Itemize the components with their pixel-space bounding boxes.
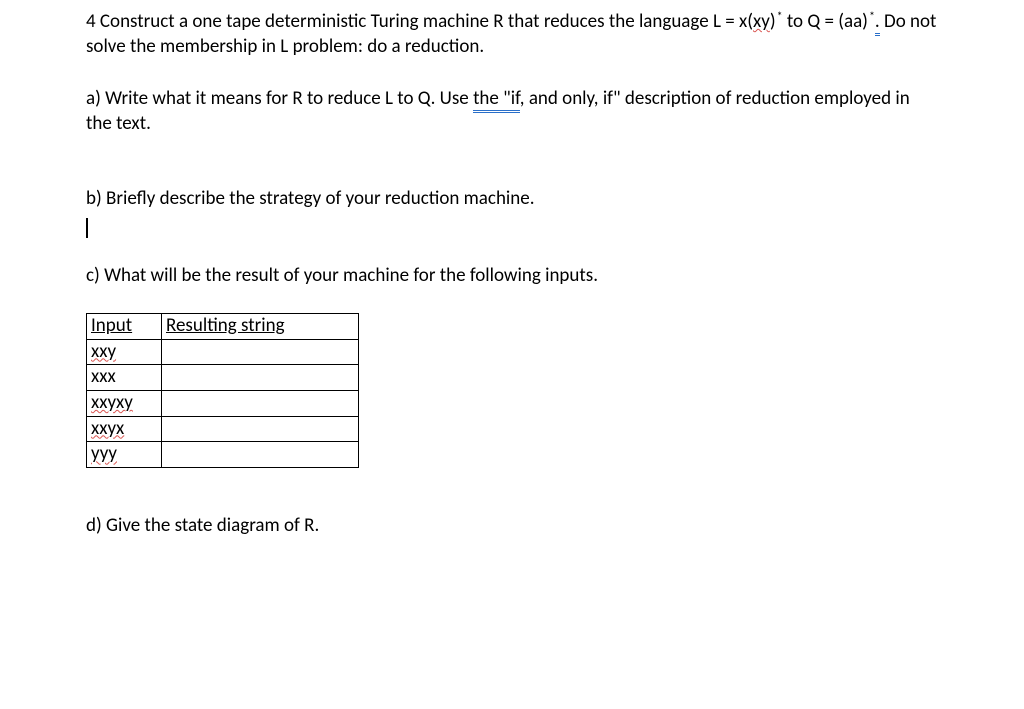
table-row: xxx <box>87 365 359 391</box>
question-4-intro: 4 Construct a one tape deterministic Tur… <box>86 10 938 59</box>
table-header-row: Input Resulting string <box>87 313 359 339</box>
document-page: 4 Construct a one tape deterministic Tur… <box>0 0 1024 539</box>
cell-result <box>162 390 359 416</box>
cell-input: xxyxy <box>87 390 162 416</box>
table-row: xxy <box>87 339 359 365</box>
question-4a: a) Write what it means for R to reduce L… <box>86 87 938 136</box>
q4-xy-squiggle: xy <box>753 10 770 33</box>
cell-input: xxyx <box>87 416 162 442</box>
question-4c: c) What will be the result of your machi… <box>86 264 938 289</box>
table-row: xxyx <box>87 416 359 442</box>
q4-text-paren: ) <box>770 10 776 33</box>
cell-result <box>162 442 359 468</box>
qa-blue2: "if <box>503 87 520 113</box>
cell-input: xxy <box>87 339 162 365</box>
cell-result <box>162 365 359 391</box>
cell-result <box>162 339 359 365</box>
th-input: Input <box>87 313 162 339</box>
table-row: yyy <box>87 442 359 468</box>
qa-pre: a) Write what it means for R to reduce L… <box>86 87 473 110</box>
q4-text-mid2: to Q = (aa) <box>783 10 868 33</box>
cell-result <box>162 416 359 442</box>
question-4b: b) Briefly describe the strategy of your… <box>86 187 938 212</box>
input-output-table: Input Resulting string xxy xxx xxyxy xxy… <box>86 313 359 468</box>
th-result: Resulting string <box>162 313 359 339</box>
cell-input: xxx <box>87 365 162 391</box>
text-cursor[interactable] <box>86 229 938 254</box>
qa-blue1: the <box>473 87 503 113</box>
question-4d: d) Give the state diagram of R. <box>86 514 938 539</box>
table-row: xxyxy <box>87 390 359 416</box>
q4-text-1: 4 Construct a one tape deterministic Tur… <box>86 10 753 33</box>
cell-input: yyy <box>87 442 162 468</box>
